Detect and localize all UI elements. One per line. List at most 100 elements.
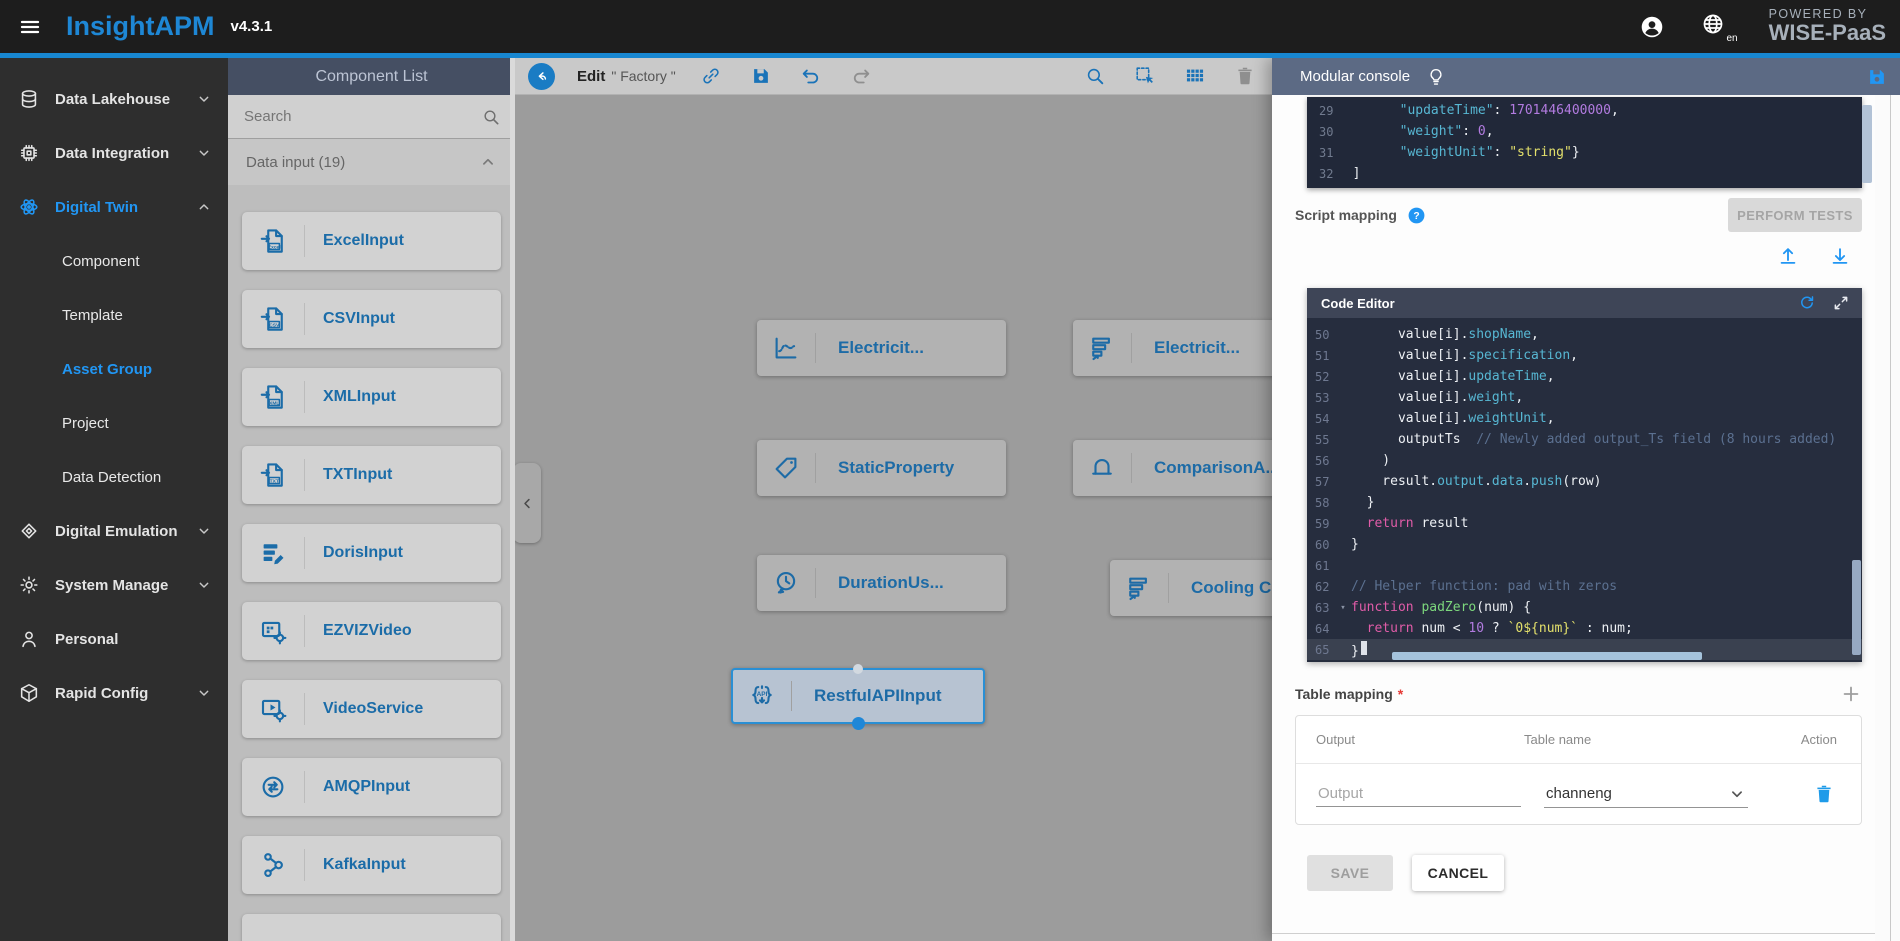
code-line-29: 29 "updateTime": 1701446400000,	[1307, 100, 1862, 121]
column-output: Output	[1296, 732, 1524, 747]
fold-marker: ▾	[1335, 603, 1351, 613]
sidebar-item-rapid-config[interactable]: Rapid Config	[0, 666, 228, 720]
component-item-xmlinput[interactable]: XMLXMLInput	[242, 368, 501, 426]
delete-icon[interactable]	[1234, 65, 1256, 87]
sidebar-subitem-component[interactable]: Component	[0, 234, 228, 288]
app-logo[interactable]: InsightAPM	[66, 11, 215, 42]
fullscreen-icon[interactable]	[1832, 294, 1850, 312]
search-input[interactable]	[242, 107, 481, 126]
lightbulb-icon[interactable]	[1426, 67, 1446, 87]
marquee-select-icon[interactable]	[1134, 65, 1156, 87]
table-name-select[interactable]: channeng	[1544, 781, 1748, 808]
redo-icon[interactable]	[850, 65, 872, 87]
component-item-videoservice[interactable]: VideoService	[242, 680, 501, 738]
component-list: ExcelExcelInput CSVCSVInput XMLXMLInput TXT…	[228, 185, 515, 941]
sidebar-subitem-project[interactable]: Project	[0, 396, 228, 450]
component-item-label: KafkaInput	[323, 856, 406, 874]
code-editor-body[interactable]: 50 value[i].shopName,51 value[i].specifi…	[1307, 318, 1862, 662]
console-save-icon[interactable]	[1866, 66, 1888, 88]
sidebar-item-label: Rapid Config	[55, 685, 196, 702]
sidebar-item-digital-emulation[interactable]: Digital Emulation	[0, 504, 228, 558]
card-divider	[304, 615, 305, 647]
component-item-ezvizvideo[interactable]: EZVIZVideo	[242, 602, 501, 660]
database-icon	[18, 88, 40, 110]
component-list-title: Component List	[228, 58, 515, 95]
upload-icon[interactable]	[1777, 245, 1799, 267]
node-label: RestfulAPIInput	[814, 686, 942, 706]
component-item-csvinput[interactable]: CSVCSVInput	[242, 290, 501, 348]
code-line-50: 50 value[i].shopName,	[1307, 324, 1862, 345]
sidebar-item-system-manage[interactable]: System Manage	[0, 558, 228, 612]
component-item-kafkainput[interactable]: KafkaInput	[242, 836, 501, 894]
canvas-node-staticproperty[interactable]: StaticProperty	[757, 440, 1006, 496]
code-text: ]	[1337, 166, 1360, 181]
code-text: value[i].shopName,	[1351, 327, 1539, 342]
editor-vertical-scrollbar[interactable]	[1852, 560, 1861, 655]
doc-xml-icon: XML	[258, 382, 288, 412]
code-line-52: 52 value[i].updateTime,	[1307, 366, 1862, 387]
canvas-node-electricit[interactable]: Electricit...	[757, 320, 1006, 376]
delete-row-icon[interactable]	[1813, 783, 1835, 805]
component-item-txtinput[interactable]: TXTTXTInput	[242, 446, 501, 504]
code-text: value[i].specification,	[1351, 348, 1578, 363]
component-item-amqpinput[interactable]: AMQPInput	[242, 758, 501, 816]
account-icon[interactable]	[1639, 14, 1665, 40]
sidebar-subitem-data-detection[interactable]: Data Detection	[0, 450, 228, 504]
menu-icon[interactable]	[18, 15, 42, 39]
canvas-search-icon[interactable]	[1084, 65, 1106, 87]
component-section-header[interactable]: Data input (19)	[228, 139, 515, 185]
grid-icon[interactable]	[1184, 65, 1206, 87]
output-input[interactable]	[1316, 781, 1521, 807]
sidebar-item-personal[interactable]: Personal	[0, 612, 228, 666]
component-item-dorisinput[interactable]: DorisInput	[242, 524, 501, 582]
clock-icon	[771, 568, 801, 598]
code-text: "weight": 0,	[1337, 124, 1494, 139]
node-divider	[815, 568, 816, 598]
component-item-partial[interactable]	[242, 914, 501, 941]
code-line-55: 55 outputTs // Newly added output_Ts fie…	[1307, 429, 1862, 450]
back-button[interactable]	[528, 63, 555, 90]
perform-tests-button[interactable]: PERFORM TESTS	[1728, 198, 1862, 232]
code-preview[interactable]: 29 "updateTime": 1701446400000, 30 "weigh…	[1307, 97, 1862, 188]
node-label: ComparisonA...	[1154, 458, 1280, 478]
app-root: InsightAPM v4.3.1 en POWERED BY WISE-Paa…	[0, 0, 1900, 941]
save-button[interactable]: SAVE	[1307, 855, 1393, 891]
language-label: en	[1727, 33, 1738, 44]
sidebar-item-data-integration[interactable]: Data Integration	[0, 126, 228, 180]
help-icon[interactable]: ?	[1407, 206, 1426, 225]
chev-down-icon	[196, 685, 212, 701]
script-mapping-label: Script mapping	[1295, 207, 1397, 223]
panel-bottom-divider	[1272, 933, 1875, 934]
edit-label: Edit	[577, 68, 605, 85]
sidebar-item-data-lakehouse[interactable]: Data Lakehouse	[0, 72, 228, 126]
node-input-handle[interactable]	[853, 664, 863, 674]
sidebar-subitem-template[interactable]: Template	[0, 288, 228, 342]
collapse-panel-tab[interactable]	[513, 463, 541, 543]
preview-scrollbar[interactable]	[1862, 105, 1872, 183]
canvas-node-durationus[interactable]: DurationUs...	[757, 555, 1006, 611]
code-line-31: 31 "weightUnit": "string"}	[1307, 142, 1862, 163]
chart-line-icon	[771, 333, 801, 363]
topbar: InsightAPM v4.3.1 en POWERED BY WISE-Paa…	[0, 0, 1900, 53]
project-name: " Factory "	[611, 68, 675, 84]
sidebar-item-digital-twin[interactable]: Digital Twin	[0, 180, 228, 234]
text-cursor	[1361, 641, 1367, 655]
add-row-icon[interactable]	[1840, 683, 1862, 705]
language-switcher[interactable]: en	[1701, 12, 1725, 41]
download-icon[interactable]	[1829, 245, 1851, 267]
refresh-icon[interactable]	[1798, 294, 1816, 312]
node-label: DurationUs...	[838, 573, 944, 593]
canvas-node-restfulapiinput[interactable]: APIRestfulAPIInput	[731, 668, 985, 724]
link-icon[interactable]	[700, 65, 722, 87]
editor-horizontal-scrollbar[interactable]	[1392, 652, 1702, 660]
undo-icon[interactable]	[800, 65, 822, 87]
save-diagram-icon[interactable]	[750, 65, 772, 87]
chev-down-icon	[196, 91, 212, 107]
line-number: 30	[1307, 125, 1337, 139]
cancel-button[interactable]: CANCEL	[1412, 855, 1504, 891]
component-item-excelinput[interactable]: ExcelExcelInput	[242, 212, 501, 270]
gear-icon	[18, 574, 40, 596]
line-number: 62	[1307, 580, 1335, 594]
node-output-handle[interactable]	[852, 717, 865, 730]
sidebar-subitem-asset-group[interactable]: Asset Group	[0, 342, 228, 396]
